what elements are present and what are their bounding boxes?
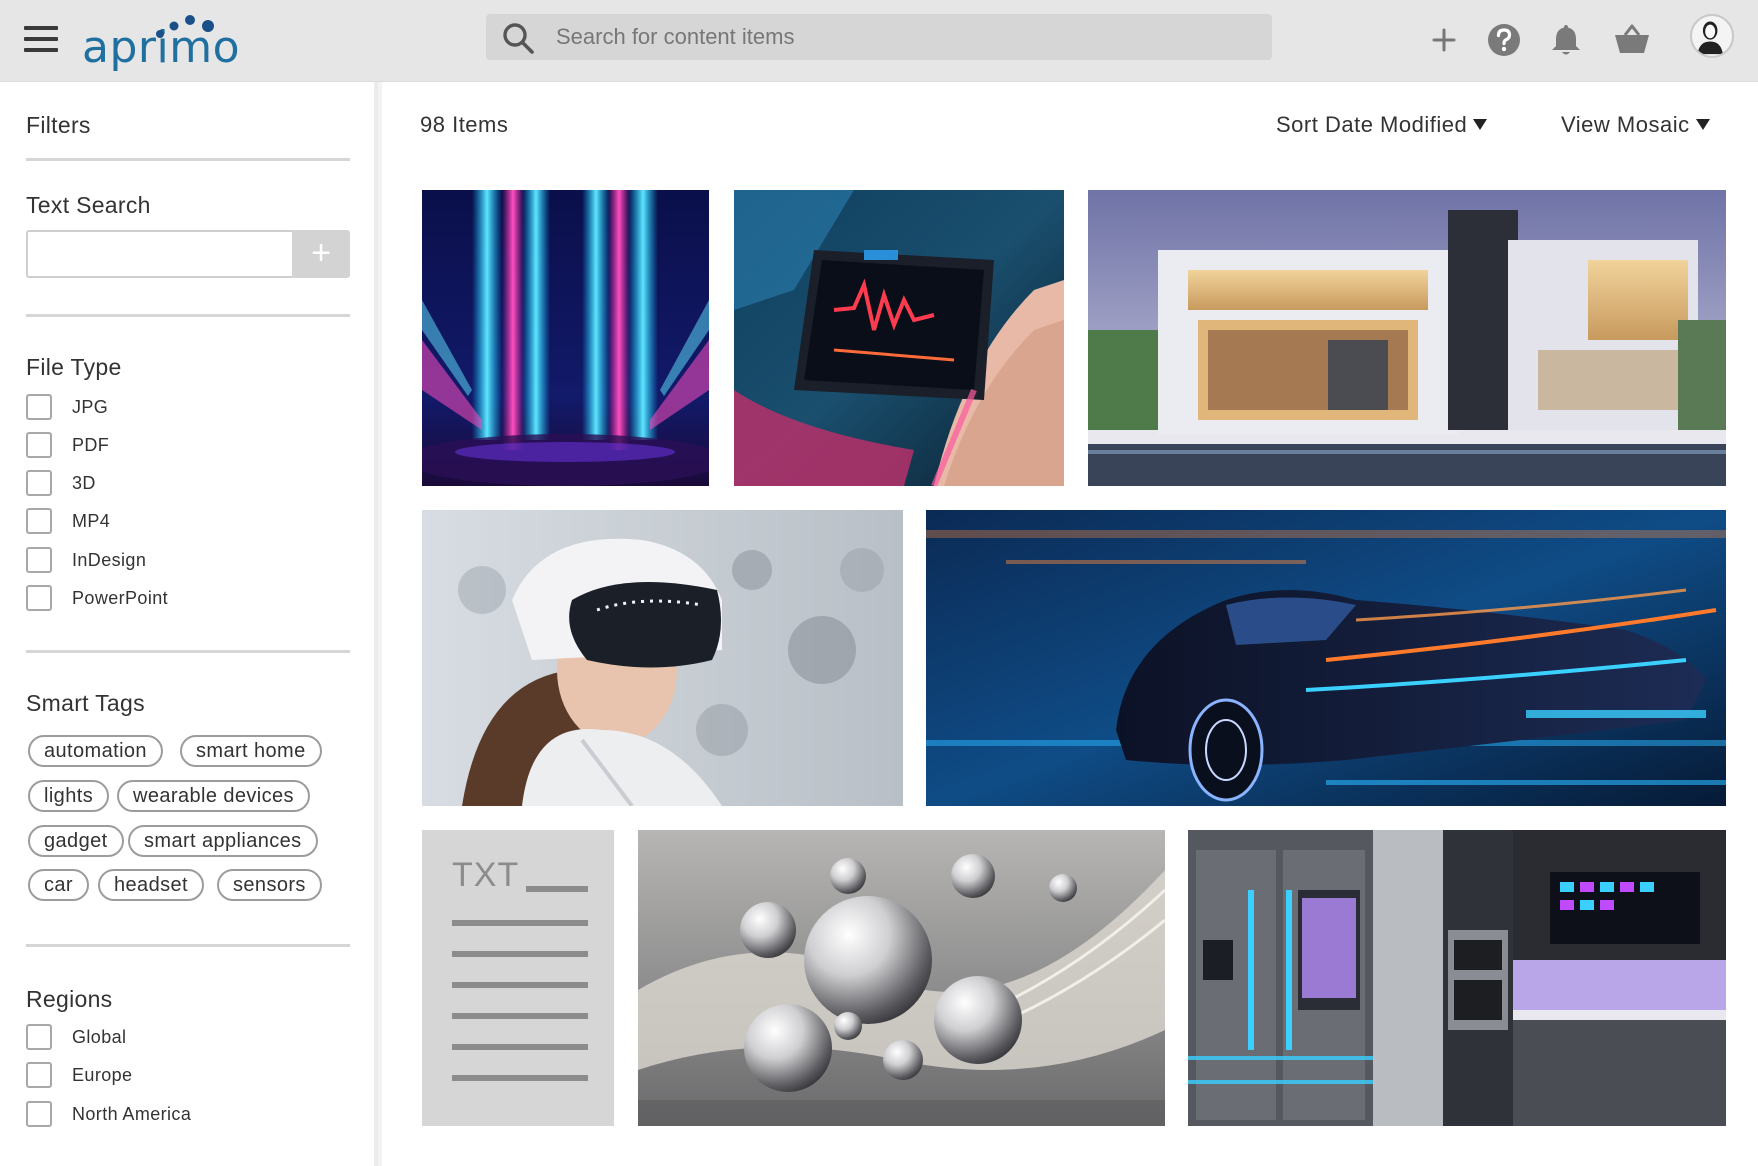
tag-automation[interactable]: automation xyxy=(28,735,163,767)
search-input[interactable] xyxy=(556,14,1256,60)
text-search-title: Text Search xyxy=(26,192,151,218)
plus-icon[interactable] xyxy=(1424,20,1464,60)
tag-smart-home[interactable]: smart home xyxy=(180,735,322,767)
divider xyxy=(26,650,350,653)
option-label: PDF xyxy=(72,435,110,455)
tag-wearable-devices[interactable]: wearable devices xyxy=(117,780,310,812)
tag-gadget[interactable]: gadget xyxy=(28,825,124,857)
option-label: MP4 xyxy=(72,511,111,531)
option-label: PowerPoint xyxy=(72,588,169,608)
divider xyxy=(26,944,350,947)
asset-tile-smart-kitchen[interactable] xyxy=(1188,830,1726,1126)
tag-lights[interactable]: lights xyxy=(28,780,110,812)
glass-spheres-image xyxy=(638,830,1165,1126)
option-label: Europe xyxy=(72,1065,133,1085)
asset-tile-vr-headset[interactable] xyxy=(422,510,903,806)
tag-headset[interactable]: headset xyxy=(98,869,204,901)
text-search-input[interactable] xyxy=(26,230,292,278)
smart-kitchen-image xyxy=(1188,830,1726,1126)
option-label: Global xyxy=(72,1027,127,1047)
checkbox[interactable] xyxy=(26,470,52,496)
search-icon[interactable] xyxy=(500,20,536,56)
checkbox[interactable] xyxy=(26,394,52,420)
option-label: JPG xyxy=(72,397,109,417)
option-label: InDesign xyxy=(72,550,147,570)
basket-icon[interactable] xyxy=(1612,20,1652,60)
asset-tile-glass-spheres[interactable] xyxy=(638,830,1165,1126)
document-lines-icon xyxy=(452,886,588,1081)
checkbox[interactable] xyxy=(26,1062,52,1088)
checkbox[interactable] xyxy=(26,585,52,611)
sort-label: Sort Date Modified xyxy=(1276,112,1468,137)
checkbox[interactable] xyxy=(26,508,52,534)
electric-car-image xyxy=(926,510,1726,806)
asset-tile-modern-house[interactable] xyxy=(1088,190,1726,486)
top-bar: aprimo xyxy=(0,0,1758,82)
smartwatch-image xyxy=(734,190,1064,486)
smart-tags-title: Smart Tags xyxy=(26,690,145,716)
option-label: 3D xyxy=(72,473,96,493)
view-dropdown[interactable]: View Mosaic xyxy=(1561,112,1710,138)
text-search-add-button[interactable]: + xyxy=(292,230,350,278)
checkbox[interactable] xyxy=(26,1024,52,1050)
asset-tile-smartwatch[interactable] xyxy=(734,190,1064,486)
modern-house-image xyxy=(1088,190,1726,486)
filters-title: Filters xyxy=(26,112,91,138)
option-label: North America xyxy=(72,1104,192,1124)
caret-down-icon xyxy=(1473,119,1488,130)
vr-headset-image xyxy=(422,510,903,806)
sort-dropdown[interactable]: Sort Date Modified xyxy=(1276,112,1488,138)
regions-title: Regions xyxy=(26,986,113,1012)
help-icon[interactable] xyxy=(1484,20,1524,60)
neon-lights-image xyxy=(422,190,709,486)
asset-tile-txt-document[interactable]: TXT xyxy=(422,830,614,1126)
tag-car[interactable]: car xyxy=(28,869,89,901)
divider xyxy=(26,314,350,317)
bell-icon[interactable] xyxy=(1546,20,1586,60)
caret-down-icon xyxy=(1695,119,1710,130)
file-type-title: File Type xyxy=(26,354,122,380)
checkbox[interactable] xyxy=(26,547,52,573)
tag-smart-appliances[interactable]: smart appliances xyxy=(128,825,318,857)
checkbox[interactable] xyxy=(26,1101,52,1127)
avatar[interactable] xyxy=(1690,14,1734,58)
item-count: 98 Items xyxy=(420,112,509,137)
divider xyxy=(26,158,350,161)
tag-sensors[interactable]: sensors xyxy=(217,869,322,901)
checkbox[interactable] xyxy=(26,432,52,458)
hamburger-icon[interactable] xyxy=(24,26,58,54)
view-label: View Mosaic xyxy=(1561,112,1690,137)
aprimo-logo[interactable]: aprimo xyxy=(82,15,240,73)
content-area: 98 Items Sort Date Modified View Mosaic xyxy=(382,82,1758,1166)
filters-sidebar: Filters Text Search + File Type JPG PDF … xyxy=(0,82,378,1166)
logo-dots-icon xyxy=(156,15,214,38)
user-icon xyxy=(1697,21,1723,55)
asset-tile-neon-lights[interactable] xyxy=(422,190,709,486)
global-search xyxy=(486,14,1272,60)
asset-tile-electric-car[interactable] xyxy=(926,510,1726,806)
